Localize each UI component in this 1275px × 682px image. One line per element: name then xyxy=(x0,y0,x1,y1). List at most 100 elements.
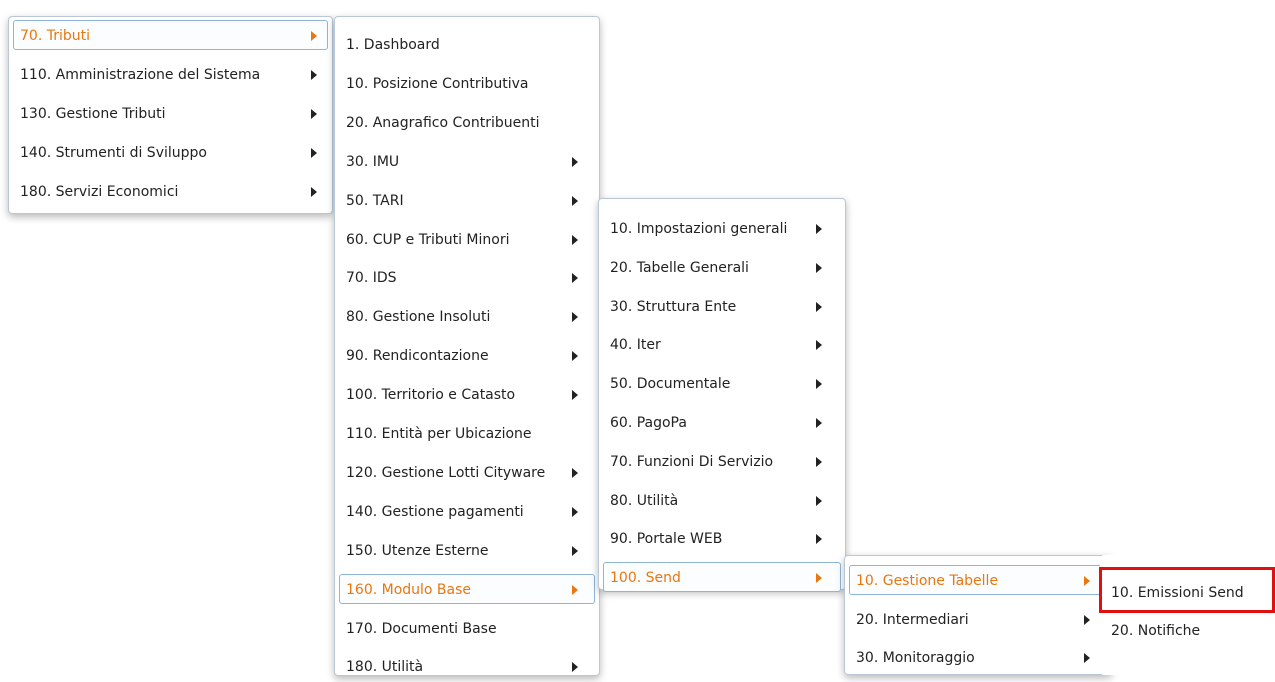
chevron-right-icon xyxy=(572,662,578,673)
chevron-right-icon xyxy=(816,495,822,506)
menu-item-label: 30. Struttura Ente xyxy=(610,298,737,315)
menu-item[interactable]: 30. Struttura Ente xyxy=(603,291,841,321)
chevron-right-icon xyxy=(816,418,822,428)
chevron-right-icon xyxy=(572,273,578,284)
menu-item-label: 60. CUP e Tributi Minori xyxy=(346,231,510,248)
chevron-right-icon xyxy=(572,351,578,362)
menu-item[interactable]: 30. IMU xyxy=(339,146,595,176)
chevron-right-icon xyxy=(311,187,317,197)
menu-item-label: 110. Entità per Ubicazione xyxy=(346,426,532,442)
menu-item[interactable]: 110. Entità per Ubicazione xyxy=(339,418,595,448)
menu-item[interactable]: 50. TARI xyxy=(339,185,595,215)
chevron-right-icon xyxy=(816,262,822,273)
chevron-right-icon xyxy=(572,234,578,245)
chevron-right-icon xyxy=(1084,614,1090,625)
chevron-right-icon xyxy=(572,312,578,323)
chevron-right-icon xyxy=(1084,653,1090,663)
menu-item[interactable]: 110. Amministrazione del Sistema xyxy=(13,59,328,89)
menu-item[interactable]: 40. Iter xyxy=(603,329,841,359)
menu-item[interactable]: 20. Notifiche xyxy=(1104,615,1271,645)
menu-item-label: 10. Posizione Contributiva xyxy=(346,75,529,92)
menu-item-label: 80. Gestione Insoluti xyxy=(346,309,491,326)
chevron-right-icon xyxy=(816,573,822,584)
menu-item[interactable]: 20. Anagrafico Contribuenti xyxy=(339,107,595,137)
menu-item-label: 120. Gestione Lotti Cityware xyxy=(346,464,546,481)
menu-level-1: 70. Tributi 110. Amministrazione del Sist… xyxy=(8,16,333,214)
menu-item-label: 50. Documentale xyxy=(610,376,731,393)
chevron-right-icon xyxy=(816,534,822,545)
menu-item[interactable]: 180. Utilità xyxy=(339,651,595,681)
menu-item[interactable]: 10. Impostazioni generali xyxy=(603,213,841,243)
menu-item-label: 10. Gestione Tabelle xyxy=(856,573,999,589)
chevron-right-icon xyxy=(572,467,578,478)
menu-item[interactable]: 70. IDS xyxy=(339,262,595,292)
menu-item[interactable]: 150. Utenze Esterne xyxy=(339,535,595,565)
menu-item[interactable]: 140. Strumenti di Sviluppo xyxy=(13,137,328,167)
menu-item-label: 10. Impostazioni generali xyxy=(610,221,788,237)
menu-item[interactable]: 1. Dashboard xyxy=(339,29,595,59)
menu-item-label: 40. Iter xyxy=(610,337,661,354)
menu-item[interactable]: 160. Modulo Base xyxy=(339,573,595,604)
menu-item[interactable]: 60. CUP e Tributi Minori xyxy=(339,224,595,254)
menu-level-2: 1. Dashboard 10. Posizione Contributiva 20… xyxy=(334,16,600,676)
menu-item-label: 180. Servizi Economici xyxy=(20,184,179,200)
chevron-right-icon xyxy=(572,545,578,556)
menu-item[interactable]: 140. Gestione pagamenti xyxy=(339,496,595,526)
chevron-right-icon xyxy=(816,224,822,234)
menu-item[interactable]: 80. Gestione Insoluti xyxy=(339,301,595,331)
chevron-right-icon xyxy=(311,148,317,158)
menu-item-label: 90. Portale WEB xyxy=(610,531,723,548)
menu-item[interactable]: 120. Gestione Lotti Cityware xyxy=(339,457,595,487)
menu-item[interactable]: 80. Utilità xyxy=(603,485,841,515)
chevron-right-icon xyxy=(816,340,822,351)
menu-item-label: 70. IDS xyxy=(346,270,397,287)
menu-item[interactable]: 100. Send xyxy=(603,562,841,593)
menu-item[interactable]: 10. Posizione Contributiva xyxy=(339,68,595,98)
menu-item-label: 130. Gestione Tributi xyxy=(20,106,166,122)
chevron-right-icon xyxy=(572,195,578,206)
menu-level-5: 10. Emissioni Send 20. Notifiche xyxy=(1100,555,1275,675)
menu-item[interactable]: 180. Servizi Economici xyxy=(13,176,328,206)
menu-item[interactable]: 10. Gestione Tabelle xyxy=(849,565,1107,595)
menu-item[interactable]: 90. Portale WEB xyxy=(603,523,841,553)
chevron-right-icon xyxy=(816,379,822,390)
menu-item-label: 50. TARI xyxy=(346,192,404,209)
menu-item[interactable]: 50. Documentale xyxy=(603,368,841,398)
chevron-right-icon xyxy=(816,301,822,312)
menu-item-label: 80. Utilità xyxy=(610,492,679,509)
menu-item-label: 30. IMU xyxy=(346,153,400,170)
menu-item-label: 20. Anagrafico Contribuenti xyxy=(346,114,540,131)
menu-item-label: 90. Rendicontazione xyxy=(346,348,489,365)
chevron-right-icon xyxy=(311,109,317,119)
menu-item[interactable]: 70. Funzioni Di Servizio xyxy=(603,446,841,476)
menu-item-label: 170. Documenti Base xyxy=(346,620,497,637)
menu-item-label: 150. Utenze Esterne xyxy=(346,542,489,559)
menu-level-4: 10. Gestione Tabelle 20. Intermediari 30. … xyxy=(844,555,1112,675)
menu-level-3: 10. Impostazioni generali 20. Tabelle Gen… xyxy=(598,198,846,593)
menu-item[interactable]: 60. PagoPa xyxy=(603,407,841,437)
menu-item[interactable]: 10. Emissioni Send xyxy=(1104,577,1271,607)
chevron-right-icon xyxy=(816,456,822,467)
menu-item-label: 160. Modulo Base xyxy=(346,581,472,598)
chevron-right-icon xyxy=(572,156,578,167)
menu-item-label: 10. Emissioni Send xyxy=(1111,585,1244,601)
menu-item-label: 1. Dashboard xyxy=(346,37,440,53)
menu-item-label: 100. Territorio e Catasto xyxy=(346,387,516,404)
menu-item-label: 20. Notifiche xyxy=(1111,623,1201,639)
menu-item[interactable]: 130. Gestione Tributi xyxy=(13,98,328,128)
menu-item[interactable]: 170. Documenti Base xyxy=(339,613,595,643)
menu-item-label: 100. Send xyxy=(610,570,681,587)
menu-item[interactable]: 30. Monitoraggio xyxy=(849,642,1107,672)
chevron-right-icon xyxy=(311,31,317,41)
menu-item[interactable]: 100. Territorio e Catasto xyxy=(339,379,595,409)
menu-item[interactable]: 70. Tributi xyxy=(13,20,328,50)
menu-item-label: 110. Amministrazione del Sistema xyxy=(20,67,261,83)
menu-item-label: 70. Funzioni Di Servizio xyxy=(610,453,774,470)
menu-item[interactable]: 20. Intermediari xyxy=(849,604,1107,634)
menu-item-label: 20. Tabelle Generali xyxy=(610,259,749,276)
chevron-right-icon xyxy=(572,390,578,401)
menu-item[interactable]: 20. Tabelle Generali xyxy=(603,252,841,282)
menu-item-label: 60. PagoPa xyxy=(610,415,687,431)
menu-item[interactable]: 90. Rendicontazione xyxy=(339,340,595,370)
menu-item-label: 70. Tributi xyxy=(20,28,90,44)
